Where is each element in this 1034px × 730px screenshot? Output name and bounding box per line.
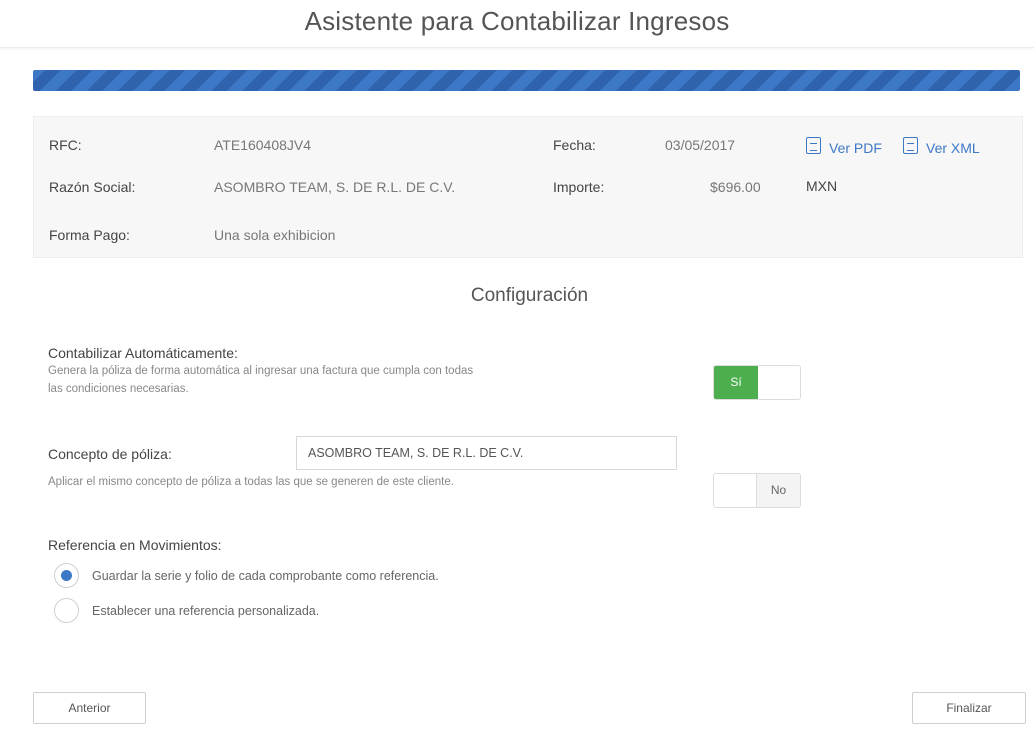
toggle-on-label: Sí — [714, 366, 758, 399]
radio-serie-folio-label[interactable]: Guardar la serie y folio de cada comprob… — [92, 569, 439, 583]
anterior-button[interactable]: Anterior — [33, 692, 146, 724]
forma-pago-label: Forma Pago: — [49, 227, 130, 243]
xml-file-icon[interactable] — [903, 137, 918, 154]
razon-social-value: ASOMBRO TEAM, S. DE R.L. DE C.V. — [214, 179, 456, 195]
radio-referencia-personalizada-label[interactable]: Establecer una referencia personalizada. — [92, 604, 319, 618]
concepto-poliza-input[interactable] — [296, 436, 677, 470]
finalizar-button[interactable]: Finalizar — [912, 692, 1026, 724]
ver-pdf-link[interactable]: Ver PDF — [829, 140, 882, 156]
configuracion-title: Configuración — [470, 285, 589, 306]
rfc-label: RFC: — [49, 137, 82, 153]
forma-pago-value: Una sola exhibicion — [214, 227, 336, 243]
auto-accounting-description: Genera la póliza de forma automática al … — [48, 362, 473, 398]
razon-social-label: Razón Social: — [49, 179, 136, 195]
rfc-value: ATE160408JV4 — [214, 137, 312, 153]
auto-accounting-label: Contabilizar Automáticamente: — [48, 345, 238, 361]
radio-serie-folio[interactable] — [54, 563, 79, 588]
apply-concept-toggle[interactable]: No — [713, 473, 801, 508]
toggle-off-label: No — [756, 474, 800, 507]
fecha-label: Fecha: — [553, 137, 596, 153]
radio-referencia-personalizada[interactable] — [54, 598, 79, 623]
auto-accounting-desc-line2: las condiciones necesarias. — [48, 383, 189, 395]
pdf-file-icon[interactable] — [806, 137, 821, 154]
importe-value: $696.00 — [710, 179, 761, 195]
page-title: Asistente para Contabilizar Ingresos — [304, 6, 730, 36]
invoice-info-panel: RFC: ATE160408JV4 Razón Social: ASOMBRO … — [33, 116, 1023, 258]
importe-label: Importe: — [553, 179, 605, 195]
ver-xml-link[interactable]: Ver XML — [926, 140, 980, 156]
currency-label: MXN — [806, 178, 838, 194]
auto-accounting-toggle[interactable]: Sí — [713, 365, 801, 400]
fecha-value: 03/05/2017 — [665, 137, 736, 153]
progress-bar — [33, 70, 1020, 91]
referencia-label: Referencia en Movimientos: — [48, 537, 222, 553]
auto-accounting-desc-line1: Genera la póliza de forma automática al … — [48, 365, 474, 377]
header: Asistente para Contabilizar Ingresos — [0, 0, 1034, 48]
concepto-poliza-description: Aplicar el mismo concepto de póliza a to… — [48, 476, 454, 488]
concepto-poliza-label: Concepto de póliza: — [48, 446, 172, 462]
